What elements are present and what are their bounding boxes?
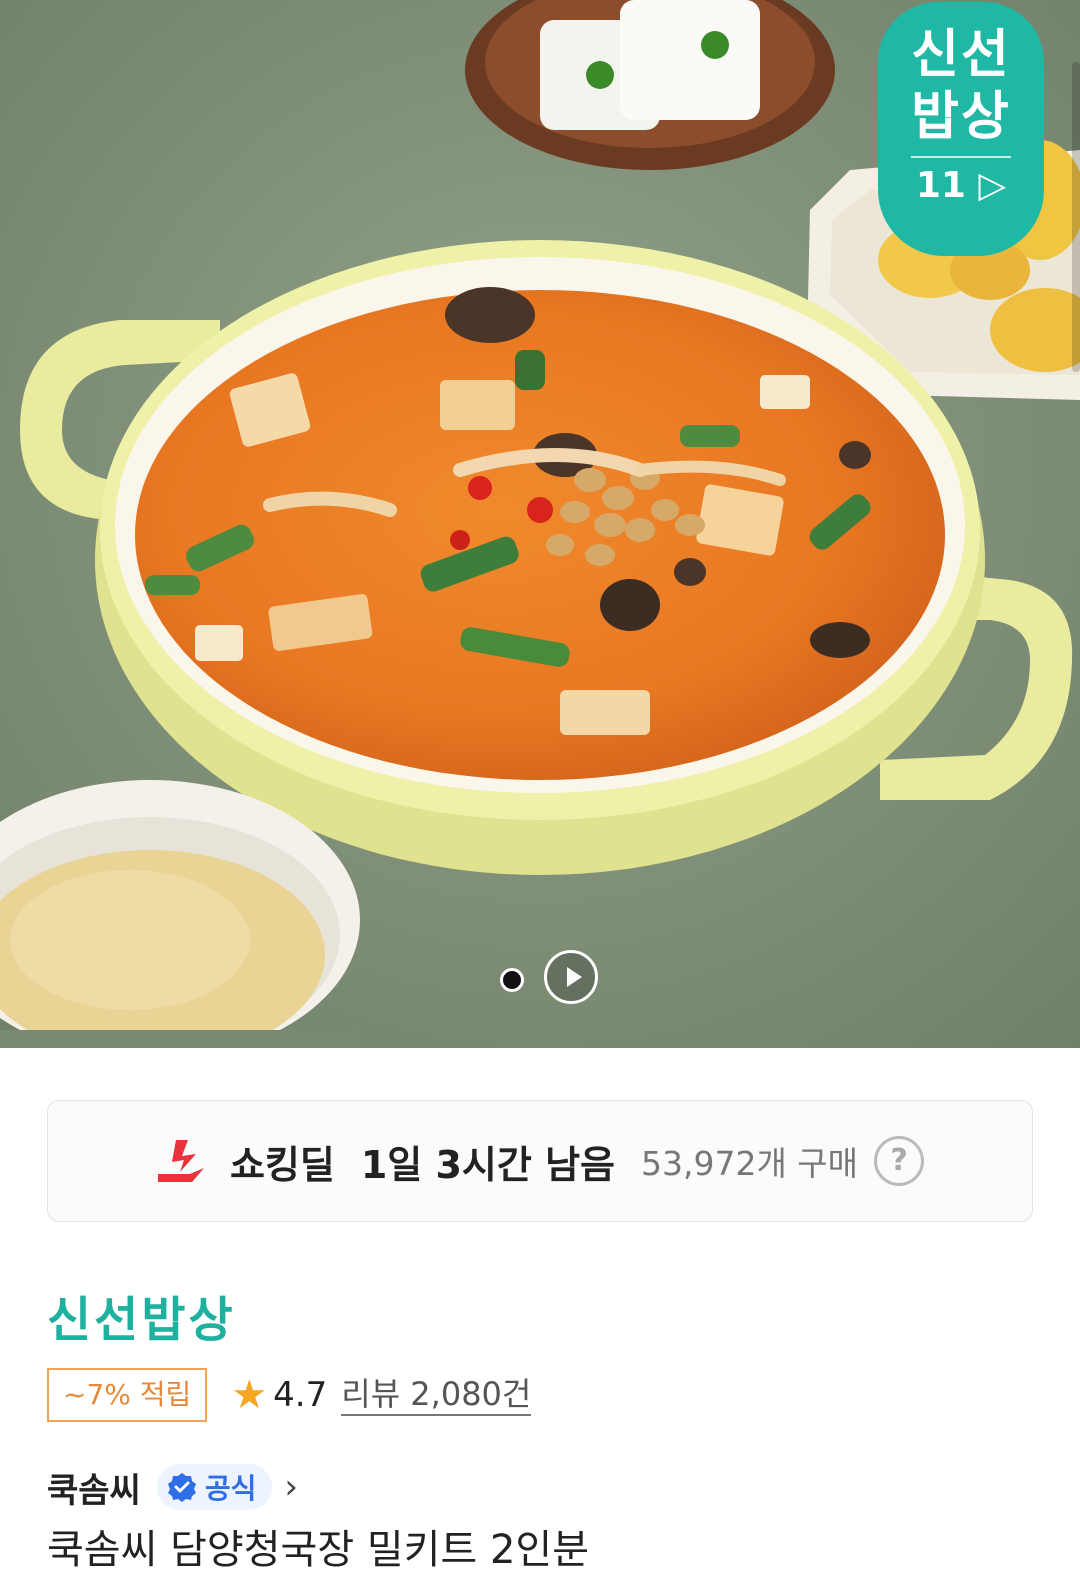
purchase-count: 53,972개 구매 (640, 1144, 859, 1183)
deal-time-remaining: 1일 3시간 남음 (360, 1142, 615, 1187)
verified-check-icon (167, 1473, 196, 1502)
star-icon: ★ (231, 1372, 268, 1418)
shocking-deal-banner[interactable]: 쇼킹딜 1일 3시간 남음 53,972개 구매 ? (47, 1100, 1033, 1222)
deal-title: 쇼킹딜 (229, 1142, 335, 1187)
review-count-link[interactable]: 리뷰 2,080건 (341, 1374, 532, 1416)
badge-divider (911, 156, 1011, 158)
seller-name[interactable]: 쿡솜씨 (47, 1463, 141, 1512)
eleven-street-logo: 11 ▷ (915, 165, 1007, 206)
rating-value: 4.7 (273, 1375, 328, 1415)
help-icon[interactable]: ? (874, 1136, 925, 1186)
scrollbar[interactable] (1072, 62, 1080, 372)
points-badge: ~7% 적립 (47, 1368, 208, 1422)
badge-text-line2: 밥상 (911, 87, 1011, 147)
carousel-indicator-dot[interactable] (500, 968, 524, 992)
product-title: 쿡솜씨 담양청국장 밀키트 2인분 (47, 1527, 589, 1573)
play-video-button[interactable] (544, 950, 598, 1004)
product-image-carousel[interactable]: 신선 밥상 11 ▷ (0, 0, 1080, 1048)
official-label: 공식 (204, 1472, 257, 1505)
rating-row: ~7% 적립 ★ 4.7 리뷰 2,080건 (47, 1368, 532, 1422)
chevron-right-icon[interactable]: › (284, 1467, 298, 1507)
official-badge: 공식 (156, 1464, 273, 1510)
store-brand-badge: 신선 밥상 11 ▷ (878, 2, 1044, 256)
store-name[interactable]: 신선밥상 (47, 1280, 236, 1350)
play-icon (567, 967, 582, 987)
badge-text-line1: 신선 (911, 25, 1011, 85)
shocking-deal-logo-icon (157, 1140, 204, 1182)
seller-row[interactable]: 쿡솜씨 공식 › (47, 1462, 298, 1512)
